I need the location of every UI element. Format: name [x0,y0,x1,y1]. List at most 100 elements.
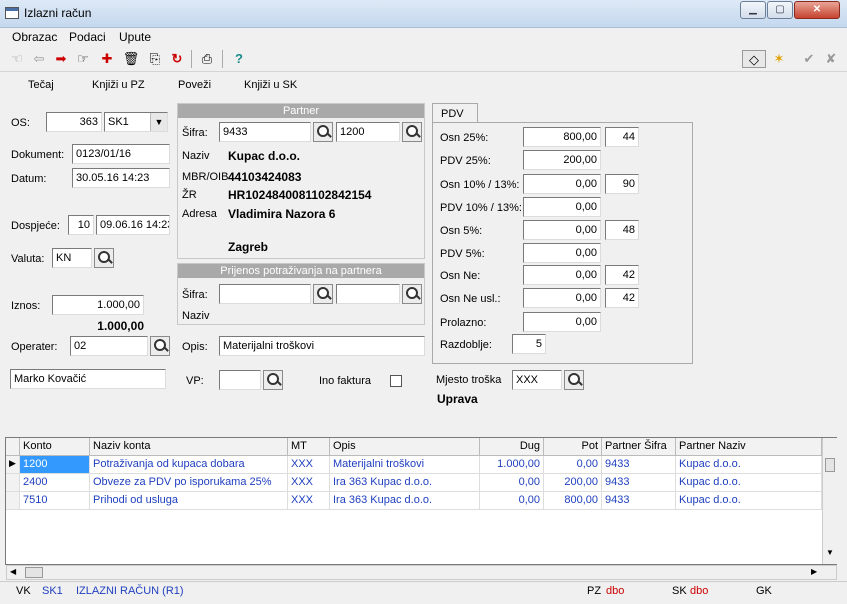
vscroll-thumb[interactable] [825,458,835,472]
grid-cell-partner-naziv[interactable]: Kupac d.o.o. [676,456,822,474]
grid-cell-konto[interactable]: 2400 [20,474,90,492]
pdv-row-value[interactable]: 800,00 [523,127,601,147]
scroll-right-icon[interactable]: ▶ [811,567,817,576]
pdv-row-code[interactable]: 90 [605,174,639,194]
operater-search-icon[interactable] [150,336,170,356]
pdv-row-value[interactable]: 0,00 [523,243,601,263]
grid-cell-mt[interactable]: XXX [288,492,330,510]
grid-cell-partner-naziv[interactable]: Kupac d.o.o. [676,474,822,492]
row-indicator[interactable] [6,474,20,492]
grid-cell-pot[interactable]: 800,00 [544,492,602,510]
tab-pdv[interactable]: PDV [432,103,478,123]
dospjece-days-input[interactable]: 10 [68,215,94,235]
grid-header-konto[interactable]: Konto [20,438,90,456]
prijenos-konto-input[interactable] [336,284,400,304]
prev-icon[interactable]: ⇦ [30,50,48,68]
dospjece-date-input[interactable]: 09.06.16 14:23 [96,215,170,235]
grid-cell-naziv-konta[interactable]: Obveze za PDV po isporukama 25% [90,474,288,492]
print-icon[interactable]: ⎙ [198,50,216,68]
os-input[interactable]: 363 [46,112,102,132]
grid-header-pot[interactable]: Pot [544,438,602,456]
prijenos-sifra-input[interactable] [219,284,311,304]
pdv-row-value[interactable]: 0,00 [523,197,601,217]
grid-header-opis[interactable]: Opis [330,438,480,456]
prijenos-konto-search-icon[interactable] [402,284,422,304]
grid-hscroll[interactable]: ◀ ▶ [6,565,837,580]
grid-cell-konto[interactable]: 7510 [20,492,90,510]
datum-input[interactable]: 30.05.16 14:23 [72,168,170,188]
cancel-icon[interactable]: ✘ [822,50,840,68]
pdv-row-code[interactable]: 48 [605,220,639,240]
konto-search-icon[interactable] [402,122,422,142]
tecaj-link[interactable]: Tečaj [28,79,54,91]
pdv-row-value[interactable]: 200,00 [523,150,601,170]
knjizi-sk-link[interactable]: Knjiži u SK [244,79,297,91]
help-icon[interactable]: ? [230,50,248,68]
grid-cell-naziv-konta[interactable]: Prihodi od usluga [90,492,288,510]
mjesto-input[interactable]: XXX [512,370,562,390]
partner-konto-input[interactable]: 1200 [336,122,400,142]
new-icon[interactable]: ✶ [770,50,788,68]
eraser-icon[interactable]: ◇ [742,50,766,68]
pdv-row-value[interactable]: 0,00 [523,220,601,240]
grid-cell-konto[interactable]: 1200 [20,456,90,474]
pdv-row-code[interactable]: 42 [605,288,639,308]
grid-cell-partner-sifra[interactable]: 9433 [602,492,676,510]
partner-sifra-input[interactable]: 9433 [219,122,311,142]
scroll-left-icon[interactable]: ◀ [10,567,16,576]
grid-header-mt[interactable]: MT [288,438,330,456]
pdv-row-value[interactable]: 0,00 [523,174,601,194]
first-icon[interactable]: ☜ [8,50,26,68]
menu-obrazac[interactable]: Obrazac [12,30,57,44]
pdv-row-code[interactable]: 44 [605,127,639,147]
grid-cell-dug[interactable]: 0,00 [480,474,544,492]
menu-podaci[interactable]: Podaci [69,30,106,44]
confirm-icon[interactable]: ✔ [800,50,818,68]
grid-cell-partner-naziv[interactable]: Kupac d.o.o. [676,492,822,510]
next-icon[interactable]: ➡ [52,50,70,68]
grid-cell-pot[interactable]: 0,00 [544,456,602,474]
mjesto-search-icon[interactable] [564,370,584,390]
pdv-row-code[interactable]: 42 [605,265,639,285]
valuta-search-icon[interactable] [94,248,114,268]
grid-header-naziv-konta[interactable]: Naziv konta [90,438,288,456]
refresh-icon[interactable]: ↻ [168,50,186,68]
grid-header-partner-sifra[interactable]: Partner Šifra [602,438,676,456]
grid-cell-pot[interactable]: 200,00 [544,474,602,492]
opis-input[interactable]: Materijalni troškovi [219,336,425,356]
vp-input[interactable] [219,370,261,390]
last-icon[interactable]: ☞ [74,50,92,68]
pdv-row-value[interactable]: 0,00 [523,312,601,332]
minimize-button[interactable]: ▁ [740,1,766,19]
razdoblje-input[interactable]: 5 [512,334,546,354]
grid-cell-partner-sifra[interactable]: 9433 [602,474,676,492]
hscroll-thumb[interactable] [25,567,43,578]
row-pointer-icon[interactable]: ▶ [6,456,20,474]
pdv-row-value[interactable]: 0,00 [523,288,601,308]
grid-cell-partner-sifra[interactable]: 9433 [602,456,676,474]
chevron-down-icon[interactable]: ▼ [150,113,167,131]
povezi-link[interactable]: Poveži [178,79,211,91]
delete-icon[interactable]: 🗑 [122,50,140,68]
grid-cell-dug[interactable]: 1.000,00 [480,456,544,474]
pdv-row-value[interactable]: 0,00 [523,265,601,285]
prijenos-search-icon[interactable] [313,284,333,304]
grid-header-dug[interactable]: Dug [480,438,544,456]
row-indicator[interactable] [6,492,20,510]
grid-cell-mt[interactable]: XXX [288,474,330,492]
dokument-input[interactable]: 0123/01/16 [72,144,170,164]
new-record-icon[interactable]: ✚ [98,50,116,68]
scroll-down-icon[interactable]: ▼ [826,548,834,557]
grid-header-partner-naziv[interactable]: Partner Naziv [676,438,822,456]
vp-search-icon[interactable] [263,370,283,390]
operater-input[interactable]: 02 [70,336,148,356]
partner-search-icon[interactable] [313,122,333,142]
grid-cell-opis[interactable]: Materijalni troškovi [330,456,480,474]
valuta-input[interactable]: KN [52,248,92,268]
iznos-input[interactable]: 1.000,00 [52,295,144,315]
grid-cell-dug[interactable]: 0,00 [480,492,544,510]
grid-cell-mt[interactable]: XXX [288,456,330,474]
ino-faktura-checkbox[interactable] [390,375,402,387]
maximize-button[interactable]: ▢ [767,1,793,19]
grid-vscroll[interactable]: ▼ [822,438,837,564]
